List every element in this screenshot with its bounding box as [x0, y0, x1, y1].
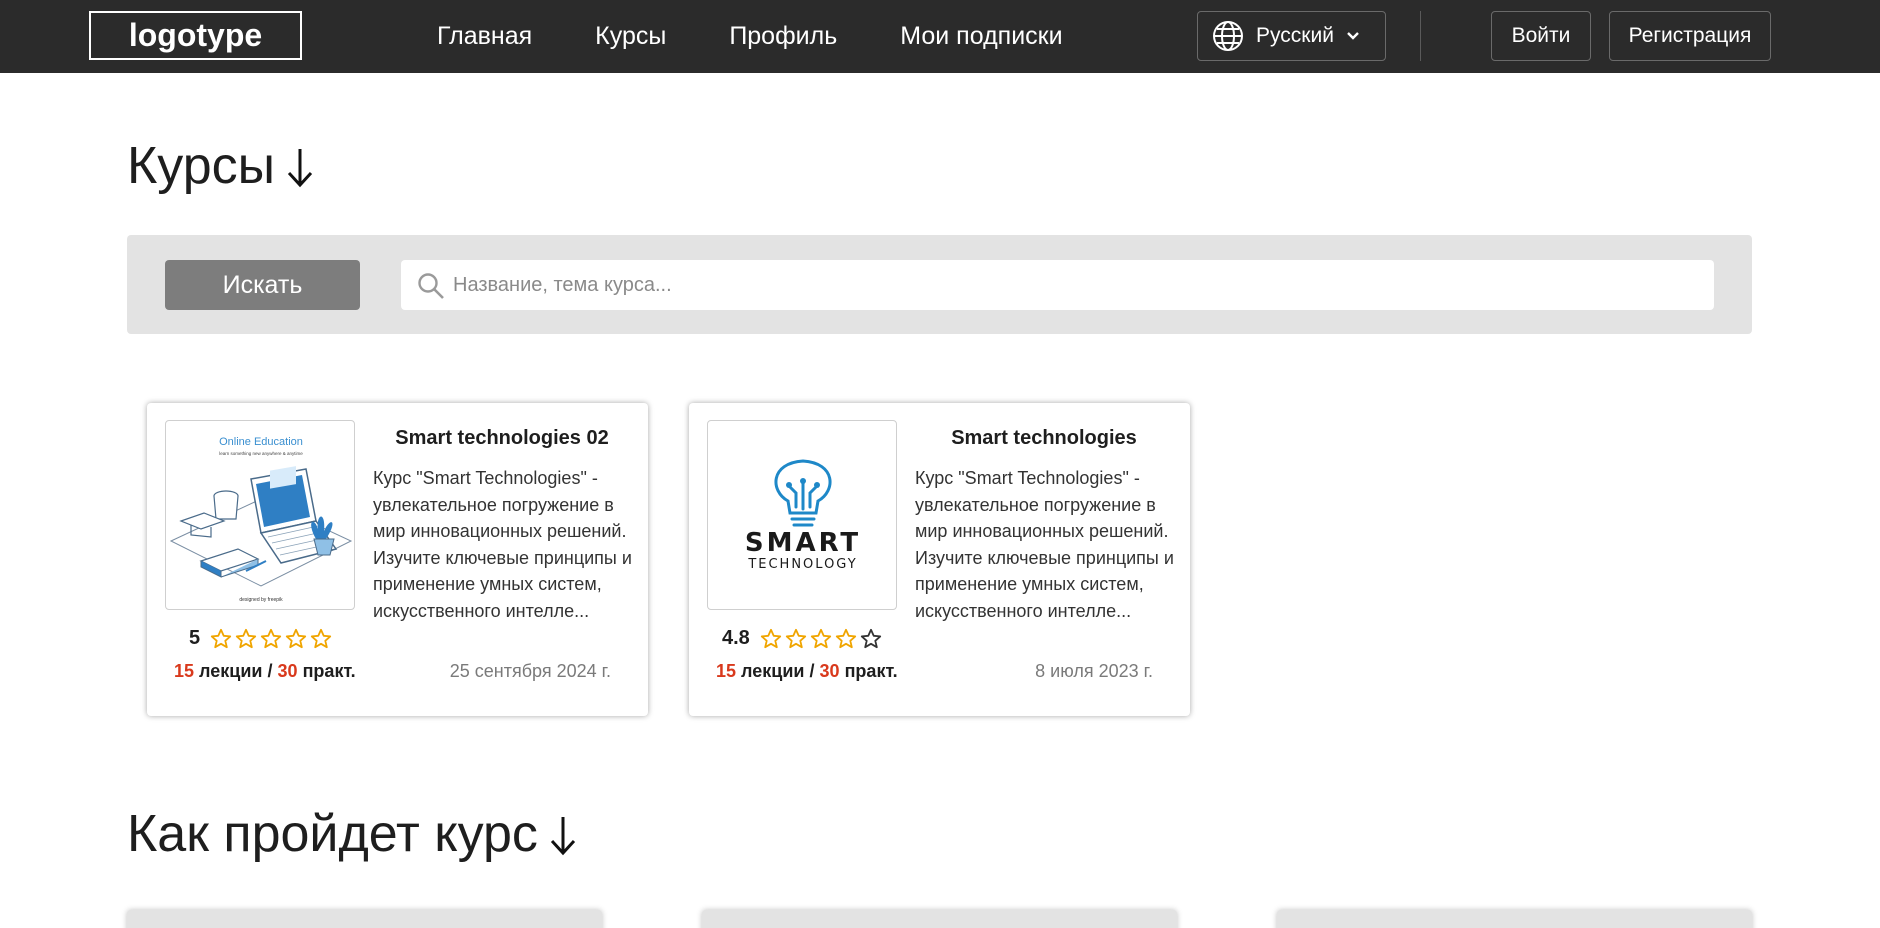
- how-heading-text: Как пройдет курс: [127, 805, 538, 863]
- login-button[interactable]: Войти: [1491, 11, 1591, 61]
- illustration-credit: designed by freepik: [239, 597, 283, 603]
- logo-line-2: TECHNOLOGY: [747, 557, 857, 572]
- course-card[interactable]: SMART TECHNOLOGY Smart technologies Курс…: [689, 403, 1190, 716]
- nav-link-subscriptions[interactable]: Мои подписки: [900, 22, 1062, 51]
- courses-heading: Курсы: [127, 136, 315, 196]
- nav-link-home[interactable]: Главная: [437, 22, 532, 51]
- course-date: 25 сентября 2024 г.: [449, 661, 611, 681]
- header-divider: [1420, 11, 1421, 61]
- course-title: Smart technologies: [951, 427, 1137, 449]
- logo[interactable]: logotype: [89, 11, 302, 60]
- step-card: [702, 910, 1177, 928]
- star-filled-icon: [286, 628, 307, 648]
- course-card[interactable]: Online Education learn something new any…: [147, 403, 648, 716]
- globe-icon: [1213, 21, 1243, 51]
- step-card: [127, 910, 602, 928]
- rating-value: 4.8: [722, 627, 750, 649]
- lectures-count: 15: [174, 661, 195, 681]
- nav-link-profile[interactable]: Профиль: [729, 22, 837, 51]
- stats-separator: /: [809, 661, 815, 681]
- search-input[interactable]: [453, 260, 1693, 310]
- search-button[interactable]: Искать: [165, 260, 360, 310]
- search-icon: [418, 273, 444, 299]
- course-rating: 4.8: [722, 627, 885, 650]
- practice-label: практ.: [302, 661, 356, 681]
- stats-separator: /: [267, 661, 273, 681]
- course-stats: 15 лекции / 30 практ.: [174, 661, 356, 682]
- lectures-count: 15: [716, 661, 737, 681]
- star-filled-icon: [760, 628, 781, 648]
- star-filled-icon: [835, 628, 856, 648]
- rating-stars: [760, 628, 885, 650]
- star-filled-icon: [236, 628, 257, 648]
- logo-line-1: SMART: [745, 528, 861, 558]
- course-thumbnail: SMART TECHNOLOGY: [707, 420, 897, 610]
- practice-count: 30: [277, 661, 298, 681]
- language-selector[interactable]: Русский: [1197, 11, 1386, 61]
- star-filled-icon: [261, 628, 282, 648]
- lectures-label: лекции: [741, 661, 805, 681]
- course-description: Курс "Smart Technologies" - увлекательно…: [915, 468, 1174, 621]
- star-filled-icon: [810, 628, 831, 648]
- star-empty-icon: [860, 628, 881, 648]
- how-heading: Как пройдет курс: [127, 804, 578, 864]
- lectures-label: лекции: [199, 661, 263, 681]
- arrow-down-icon: [550, 817, 576, 856]
- step-card: [1277, 910, 1752, 928]
- course-date: 8 июля 2023 г.: [1035, 661, 1153, 681]
- rating-value: 5: [189, 627, 201, 649]
- star-filled-icon: [211, 628, 232, 648]
- illustration-subcaption: learn something new anywhere & anytime: [219, 451, 303, 456]
- language-label: Русский: [1256, 24, 1334, 47]
- online-education-illustration: Online Education learn something new any…: [169, 436, 353, 603]
- course-rating: 5: [189, 627, 335, 650]
- courses-heading-text: Курсы: [127, 137, 276, 195]
- course-stats: 15 лекции / 30 практ.: [716, 661, 898, 682]
- top-navbar: logotype Главная Курсы Профиль Мои подпи…: [0, 0, 1880, 73]
- illustration-caption: Online Education: [219, 436, 303, 448]
- course-thumbnail: Online Education learn something new any…: [165, 420, 355, 610]
- arrow-down-icon: [287, 149, 313, 188]
- rating-stars: [210, 628, 335, 650]
- nav-link-courses[interactable]: Курсы: [595, 22, 666, 51]
- register-button[interactable]: Регистрация: [1609, 11, 1771, 61]
- star-filled-icon: [785, 628, 806, 648]
- smart-technology-logo: SMART TECHNOLOGY: [745, 459, 861, 572]
- chevron-down-icon: [1347, 32, 1359, 40]
- course-description: Курс "Smart Technologies" - увлекательно…: [373, 468, 632, 621]
- course-title: Smart technologies 02: [395, 427, 609, 449]
- practice-label: практ.: [844, 661, 898, 681]
- practice-count: 30: [819, 661, 840, 681]
- search-panel: Искать: [127, 235, 1752, 334]
- main-nav: Главная Курсы Профиль Мои подписки: [437, 0, 1126, 73]
- star-filled-icon: [311, 628, 332, 648]
- search-field[interactable]: [401, 260, 1714, 310]
